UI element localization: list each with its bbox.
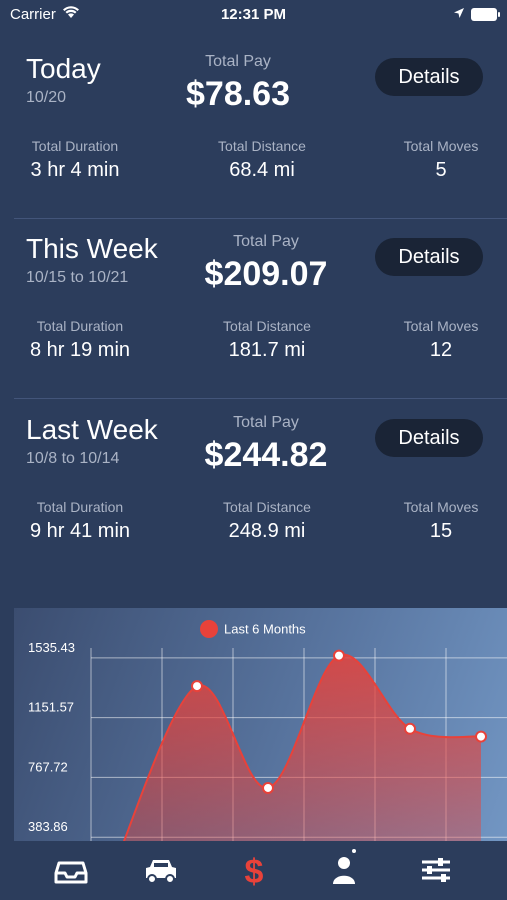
summary-last-week: Last Week 10/8 to 10/14 Total Pay $244.8… bbox=[0, 399, 507, 580]
total-moves-label: Total Moves bbox=[403, 318, 479, 334]
data-point bbox=[404, 722, 416, 735]
total-moves-value: 15 bbox=[429, 520, 453, 542]
dollar-icon: $ bbox=[245, 853, 264, 891]
total-moves-value: 5 bbox=[435, 159, 447, 181]
status-bar: Carrier 12:31 PM bbox=[0, 0, 507, 30]
location-arrow-icon bbox=[453, 6, 465, 23]
total-pay-label: Total Pay bbox=[233, 414, 299, 431]
data-point bbox=[475, 730, 487, 743]
data-point bbox=[191, 680, 203, 693]
car-icon bbox=[146, 860, 176, 884]
total-distance-label: Total Distance bbox=[223, 318, 311, 334]
total-duration-label: Total Duration bbox=[36, 499, 124, 515]
earnings-chart: 383.86 767.72 1151.57 1535.43 Last 6 Months bbox=[14, 608, 507, 841]
total-duration-label: Total Duration bbox=[36, 318, 124, 334]
total-moves-value: 12 bbox=[429, 339, 453, 361]
total-duration-value: 3 hr 4 min bbox=[30, 159, 120, 181]
inbox-tray-icon bbox=[54, 861, 88, 884]
series-area bbox=[116, 654, 481, 841]
section-date-range: 10/8 to 10/14 bbox=[26, 450, 120, 467]
total-moves-label: Total Moves bbox=[403, 138, 479, 154]
details-button[interactable]: Details bbox=[375, 238, 483, 276]
total-pay-label: Total Pay bbox=[205, 53, 271, 70]
total-duration-value: 8 hr 19 min bbox=[29, 339, 131, 361]
battery-icon bbox=[471, 8, 500, 21]
tab-pay[interactable]: $ bbox=[234, 853, 274, 891]
section-date-range: 10/15 to 10/21 bbox=[26, 269, 129, 286]
y-tick-label: 767.72 bbox=[28, 759, 68, 774]
section-title: Today bbox=[26, 53, 101, 84]
total-moves-label: Total Moves bbox=[403, 499, 479, 515]
details-button[interactable]: Details bbox=[375, 419, 483, 457]
section-title: Last Week bbox=[26, 414, 158, 445]
tab-vehicle[interactable] bbox=[141, 853, 181, 887]
clock: 12:31 PM bbox=[220, 6, 287, 23]
sliders-icon bbox=[422, 858, 450, 882]
tab-inbox[interactable] bbox=[51, 853, 91, 887]
tab-settings[interactable] bbox=[416, 853, 456, 887]
legend-label: Last 6 Months bbox=[224, 621, 306, 637]
total-pay-label: Total Pay bbox=[233, 233, 299, 250]
total-duration-label: Total Duration bbox=[31, 138, 119, 154]
total-distance-value: 68.4 mi bbox=[229, 159, 295, 181]
earnings-chart-svg: 383.86 767.72 1151.57 1535.43 bbox=[28, 640, 507, 841]
tab-bar: $ bbox=[0, 841, 507, 900]
total-pay-value: $78.63 bbox=[186, 75, 290, 113]
y-tick-label: 1535.43 bbox=[28, 640, 75, 655]
total-pay-value: $209.07 bbox=[204, 255, 328, 293]
total-distance-value: 248.9 mi bbox=[228, 520, 306, 542]
section-title: This Week bbox=[26, 233, 158, 264]
total-duration-value: 9 hr 41 min bbox=[29, 520, 131, 542]
section-date-range: 10/20 bbox=[26, 89, 67, 106]
data-point bbox=[333, 649, 345, 662]
summary-this-week: This Week 10/15 to 10/21 Total Pay $209.… bbox=[0, 218, 507, 399]
data-point bbox=[262, 781, 274, 794]
details-button[interactable]: Details bbox=[375, 58, 483, 96]
y-tick-label: 1151.57 bbox=[28, 700, 74, 715]
person-icon bbox=[333, 849, 356, 884]
total-distance-label: Total Distance bbox=[223, 499, 311, 515]
tab-profile[interactable] bbox=[324, 849, 364, 887]
legend-swatch bbox=[200, 620, 218, 638]
total-pay-value: $244.82 bbox=[204, 436, 328, 474]
total-distance-label: Total Distance bbox=[218, 138, 306, 154]
chart-legend: Last 6 Months bbox=[200, 620, 306, 638]
y-tick-label: 383.86 bbox=[28, 819, 68, 834]
summary-today: Today 10/20 Total Pay $78.63 Details Tot… bbox=[0, 38, 507, 219]
total-distance-value: 181.7 mi bbox=[228, 339, 306, 361]
svg-text:$: $ bbox=[245, 853, 264, 887]
